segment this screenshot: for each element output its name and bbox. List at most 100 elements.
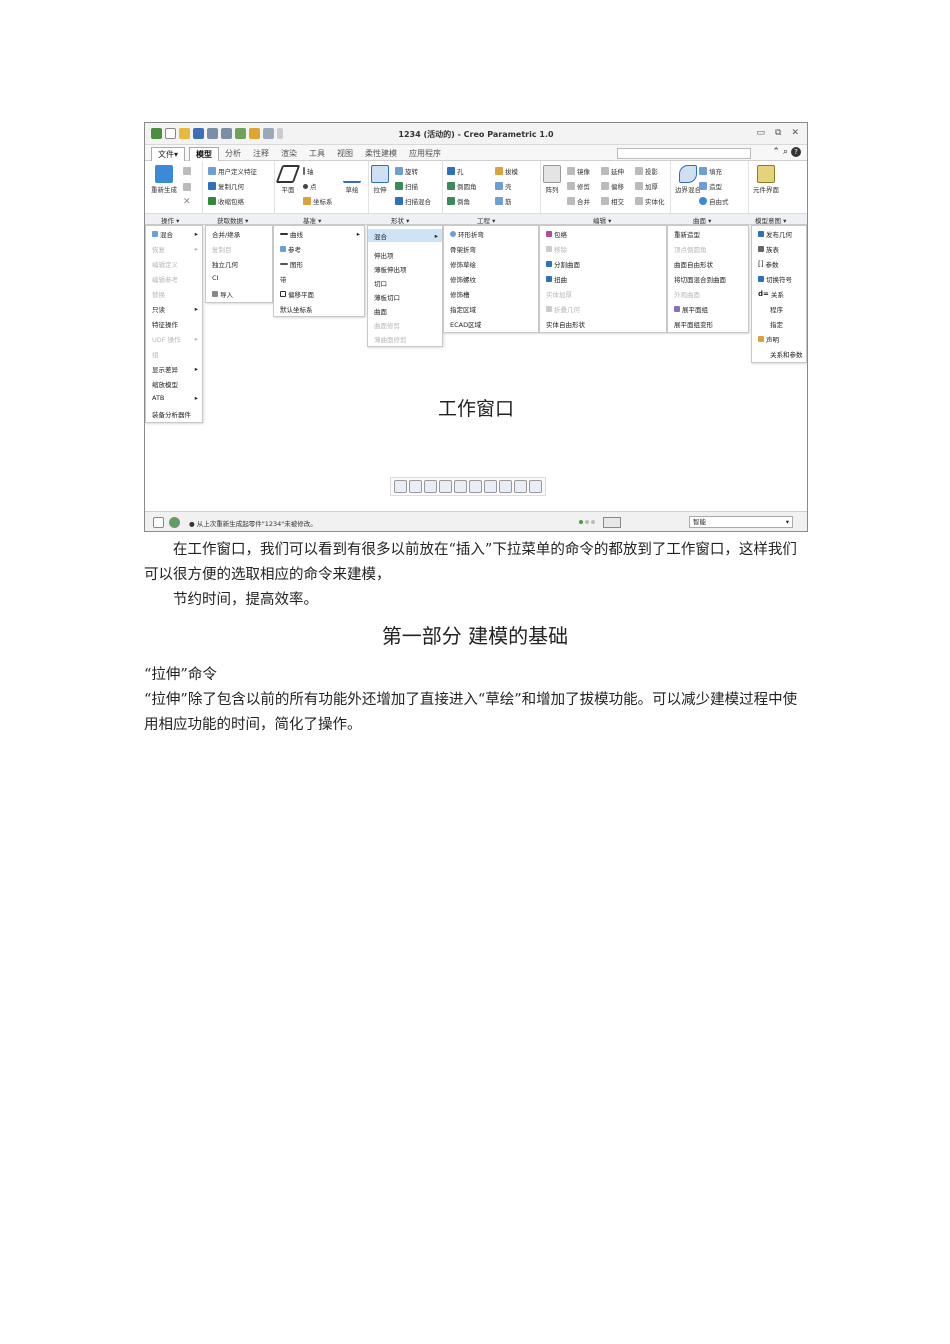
menu-item[interactable]: 指定 <box>752 319 806 329</box>
menu-item[interactable]: 重新造型 <box>668 229 748 239</box>
tab-model[interactable]: 模型 <box>189 147 220 162</box>
group-title-model-intent[interactable]: 模型意图 ▾ <box>755 215 786 225</box>
group-title-operations[interactable]: 操作 ▾ <box>161 215 179 225</box>
menu-item[interactable]: 编辑定义 <box>146 259 202 269</box>
swept-blend-button[interactable]: 扫描混合 <box>395 196 431 206</box>
boundary-blend-button[interactable]: 边界混合 <box>675 165 701 194</box>
group-title-engineering[interactable]: 工程 ▾ <box>477 215 495 225</box>
selection-filter-select[interactable]: 智能 ▾ <box>689 516 793 528</box>
round-button[interactable]: 倒圆角 <box>447 181 477 191</box>
menu-item[interactable]: 显示差异 ▸ <box>146 364 202 374</box>
freestyle-button[interactable]: 自由式 <box>699 196 729 206</box>
zoom-out-icon[interactable] <box>424 480 437 493</box>
menu-item[interactable]: 包络 <box>540 229 666 239</box>
menu-item[interactable]: 折叠几何 <box>540 304 666 314</box>
search-icon[interactable]: ⌕ <box>783 147 788 157</box>
rib-button[interactable]: 筋 <box>495 196 512 206</box>
menu-item[interactable]: 复制目 <box>206 244 272 254</box>
menu-item[interactable]: 顶点倒圆角 <box>668 244 748 254</box>
sketch-button[interactable]: 草绘 <box>343 165 361 194</box>
fill-button[interactable]: 填充 <box>699 166 722 176</box>
saved-orientations-icon[interactable] <box>469 480 482 493</box>
menu-item[interactable]: 带 <box>274 274 364 284</box>
tab-flexible-modeling[interactable]: 柔性建模 <box>359 147 403 162</box>
minimize-icon[interactable]: ▭ <box>757 128 766 138</box>
annotation-display-icon[interactable] <box>514 480 527 493</box>
group-title-surfaces[interactable]: 曲面 ▾ <box>693 215 711 225</box>
menu-item[interactable]: 修饰槽 <box>444 289 538 299</box>
chamfer-button[interactable]: 倒角 <box>447 196 470 206</box>
mirror-button[interactable]: 镜像 <box>567 166 590 176</box>
menu-item[interactable]: 参考 <box>274 244 364 254</box>
maximize-icon[interactable]: ⧉ <box>775 128 781 138</box>
menu-item[interactable]: 族表 <box>752 244 806 254</box>
menu-item[interactable]: 分割曲面 <box>540 259 666 269</box>
menu-item[interactable]: 曲面修剪 <box>368 320 442 330</box>
udf-button[interactable]: 用户定义特征 <box>208 166 257 176</box>
display-style-icon[interactable] <box>454 480 467 493</box>
menu-item[interactable]: 关系和参数 <box>752 349 806 359</box>
component-interface-button[interactable]: 元件界面 <box>753 165 779 194</box>
tab-render[interactable]: 渲染 <box>275 147 303 162</box>
menu-item-blend[interactable]: 混合 ▸ <box>368 229 442 242</box>
menu-item[interactable]: 指定区域 <box>444 304 538 314</box>
csys-button[interactable]: 坐标系 <box>303 196 333 206</box>
hole-button[interactable]: 孔 <box>447 166 464 176</box>
thicken-button[interactable]: 加厚 <box>635 181 658 191</box>
tab-applications[interactable]: 应用程序 <box>403 147 447 162</box>
menu-item[interactable]: 展平面组 <box>668 304 748 314</box>
menu-item[interactable]: 混合 ▸ <box>146 229 202 239</box>
delete-icon[interactable]: ✕ <box>183 197 191 207</box>
menu-item[interactable]: d= 关系 <box>752 289 806 299</box>
extrude-button[interactable]: 拉伸 <box>371 165 389 194</box>
menu-item[interactable]: 只读 ▸ <box>146 304 202 314</box>
intersect-button[interactable]: 相交 <box>601 196 624 206</box>
menu-item[interactable]: 默认坐标系 <box>274 304 364 314</box>
menu-item[interactable]: UDF 操作 ▸ <box>146 334 202 344</box>
group-title-datum[interactable]: 基准 ▾ <box>303 215 321 225</box>
menu-item[interactable]: 合并/继承 <box>206 229 272 239</box>
menu-item[interactable]: 发布几何 <box>752 229 806 239</box>
menu-item[interactable]: 外观曲面 <box>668 289 748 299</box>
menu-item[interactable]: 曲面自由形状 <box>668 259 748 269</box>
tab-analysis[interactable]: 分析 <box>219 147 247 162</box>
menu-item[interactable]: ECAD区域 <box>444 319 538 329</box>
datum-display-icon[interactable] <box>499 480 512 493</box>
copy-geometry-button[interactable]: 复制几何 <box>208 181 244 191</box>
help-icon[interactable]: ? <box>791 147 801 157</box>
merge-button[interactable]: 合并 <box>567 196 590 206</box>
menu-item[interactable]: 替换 <box>146 289 202 299</box>
search-input[interactable] <box>617 148 751 159</box>
tab-tools[interactable]: 工具 <box>303 147 331 162</box>
view-manager-icon[interactable] <box>484 480 497 493</box>
menu-item[interactable]: 缩放模型 <box>146 379 202 389</box>
menu-item[interactable]: 将切面混合到曲面 <box>668 274 748 284</box>
solidify-button[interactable]: 实体化 <box>635 196 665 206</box>
spin-center-icon[interactable] <box>529 480 542 493</box>
trim-button[interactable]: 修剪 <box>567 181 590 191</box>
menu-item[interactable]: 薄板伸出项 <box>368 264 442 274</box>
menu-item[interactable]: CI <box>206 274 272 282</box>
group-title-get-data[interactable]: 获取数据 ▾ <box>217 215 248 225</box>
menu-item[interactable]: 声明 <box>752 334 806 344</box>
sweep-button[interactable]: 扫描 <box>395 181 418 191</box>
tab-view[interactable]: 视图 <box>331 147 359 162</box>
menu-item[interactable]: 实体加厚 <box>540 289 666 299</box>
menu-item[interactable]: 薄板切口 <box>368 292 442 302</box>
refit-icon[interactable] <box>394 480 407 493</box>
offset-button[interactable]: 偏移 <box>601 181 624 191</box>
revolve-button[interactable]: 旋转 <box>395 166 418 176</box>
menu-item[interactable]: 偏移平面 <box>274 289 364 299</box>
regenerate-button[interactable]: 重新生成 <box>151 165 177 194</box>
menu-item[interactable]: 展平面组变形 <box>668 319 748 329</box>
tab-annotate[interactable]: 注释 <box>247 147 275 162</box>
project-button[interactable]: 投影 <box>635 166 658 176</box>
pattern-button[interactable]: 阵列 <box>543 165 561 194</box>
menu-item[interactable]: 扭曲 <box>540 274 666 284</box>
zoom-in-icon[interactable] <box>409 480 422 493</box>
navigator-toggle-icon[interactable] <box>153 517 164 528</box>
menu-item[interactable]: 编辑参考 <box>146 274 202 284</box>
shrinkwrap-button[interactable]: 收缩包络 <box>208 196 244 206</box>
paste-icon[interactable] <box>183 183 191 191</box>
menu-item[interactable]: 骨架折弯 <box>444 244 538 254</box>
